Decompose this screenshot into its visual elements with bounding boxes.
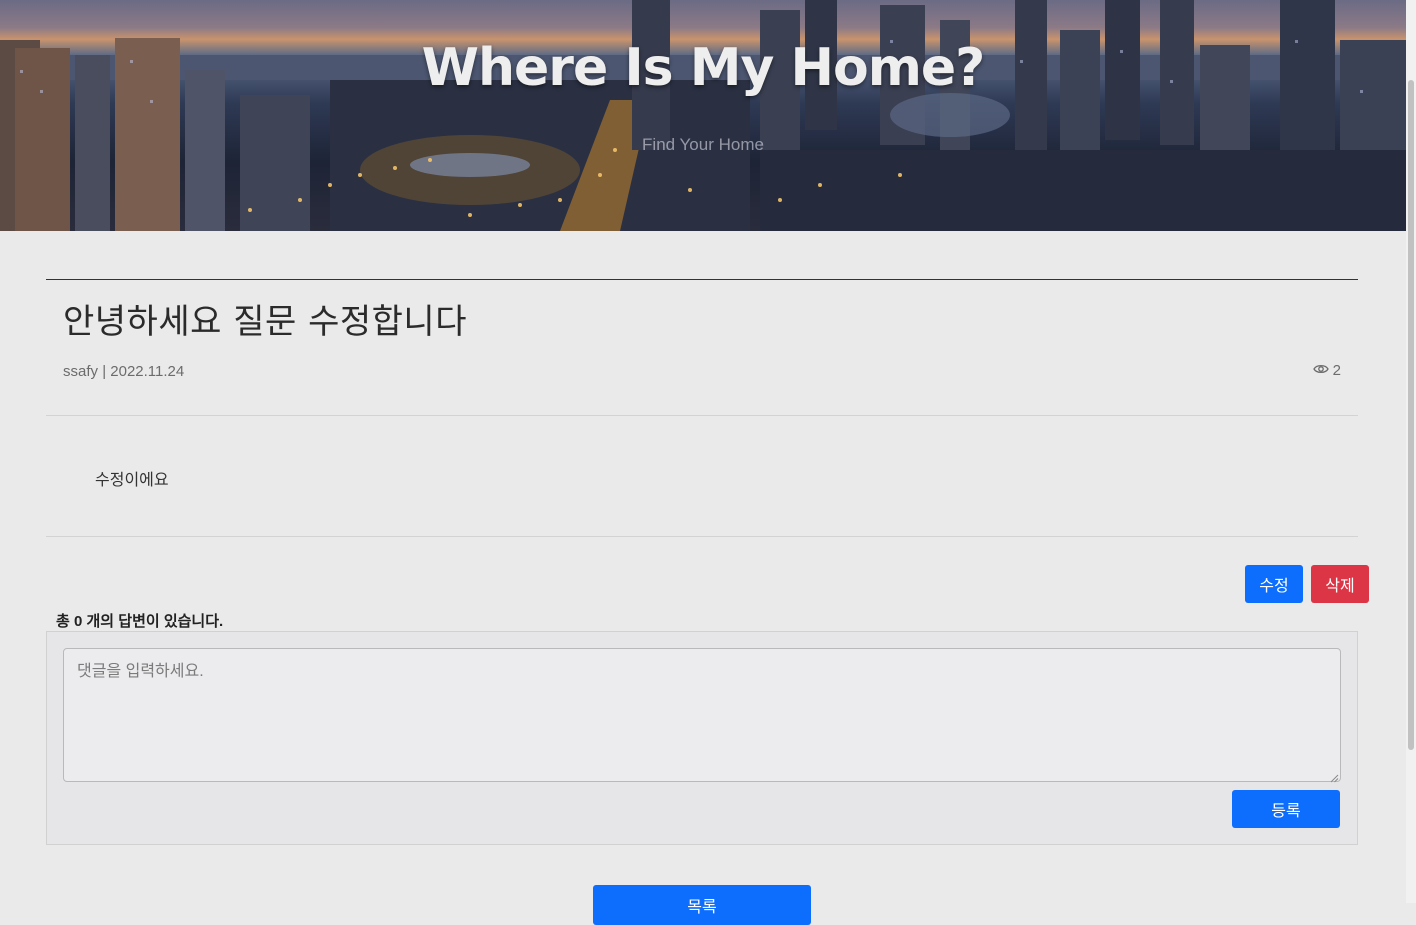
edit-button[interactable]: 수정 <box>1245 565 1303 603</box>
eye-icon <box>1312 362 1329 379</box>
article-title: 안녕하세요 질문 수정합니다 <box>63 302 467 342</box>
hero-banner: Where Is My Home? Find Your Home <box>0 0 1406 231</box>
hero-subtitle: Find Your Home <box>642 135 764 154</box>
delete-button[interactable]: 삭제 <box>1311 565 1369 603</box>
submit-comment-button[interactable]: 등록 <box>1232 790 1340 828</box>
answer-count-suffix: 개의 답변이 있습니다. <box>86 613 224 630</box>
comment-input[interactable] <box>63 648 1341 782</box>
article-meta: ssafy | 2022.11.24 <box>63 363 184 380</box>
city-skyline-image <box>0 0 1406 231</box>
hero-title: Where Is My Home? <box>421 38 986 98</box>
answer-count-prefix: 총 <box>56 613 70 630</box>
view-count-value: 2 <box>1332 362 1341 379</box>
view-count: 2 <box>1312 362 1341 379</box>
article-date: 2022.11.24 <box>110 363 185 380</box>
article-body: 수정이에요 <box>95 472 169 489</box>
answer-count-number: 0 <box>73 613 83 630</box>
meta-divider <box>46 415 1358 416</box>
body-divider <box>46 536 1358 537</box>
article-author: ssafy <box>63 363 99 380</box>
list-button[interactable]: 목록 <box>593 885 811 925</box>
comment-form: 등록 <box>46 631 1358 845</box>
scroll-thumb[interactable] <box>1408 80 1414 750</box>
answer-count-text: 총 0 개의 답변이 있습니다. <box>56 610 223 631</box>
title-divider <box>46 279 1358 280</box>
resize-handle-icon[interactable] <box>1329 770 1339 783</box>
meta-separator: | <box>102 363 107 380</box>
page-scrollbar[interactable] <box>1406 0 1416 903</box>
